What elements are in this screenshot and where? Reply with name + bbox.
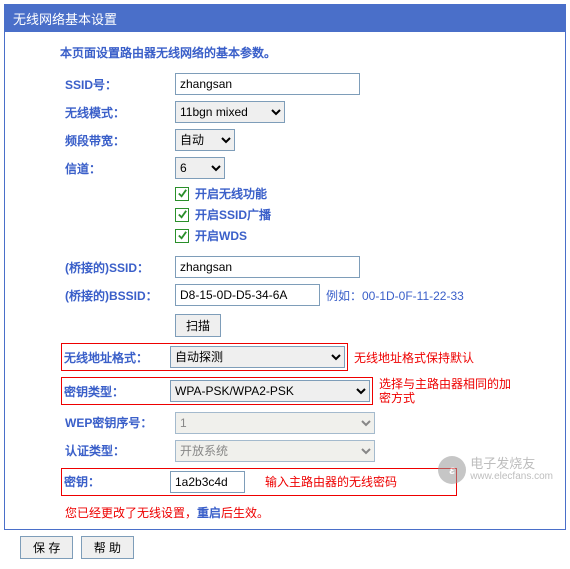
checkbox-enable-label: 开启无线功能 bbox=[195, 185, 267, 202]
watermark-url: www.elecfans.com bbox=[470, 471, 553, 482]
watermark-cn: 电子发烧友 bbox=[470, 457, 553, 471]
intro-text: 本页面设置路由器无线网络的基本参数。 bbox=[60, 44, 545, 61]
watermark: ε 电子发烧友 www.elecfans.com bbox=[438, 456, 553, 484]
save-button[interactable]: 保 存 bbox=[20, 536, 73, 559]
bssid-example: 例如：00-1D-0F-11-22-33 bbox=[326, 287, 464, 304]
row-mode: 无线模式： 11bgn mixed bbox=[65, 101, 545, 123]
row-ssid: SSID号： bbox=[65, 73, 545, 95]
auth-type-select: 开放系统 bbox=[175, 440, 375, 462]
bridge-bssid-label: (桥接的)BSSID： bbox=[65, 287, 175, 304]
ssid-label: SSID号： bbox=[65, 76, 175, 93]
checkbox-ssid-label: 开启SSID广播 bbox=[195, 206, 271, 223]
mode-select[interactable]: 11bgn mixed bbox=[175, 101, 285, 123]
key-type-label: 密钥类型： bbox=[64, 383, 170, 400]
scan-row: 扫描 bbox=[65, 312, 545, 343]
bandwidth-label: 频段带宽： bbox=[65, 132, 175, 149]
bridge-bssid-input[interactable] bbox=[175, 284, 320, 306]
checkbox-enable-wireless[interactable]: 开启无线功能 bbox=[175, 185, 545, 202]
checkbox-icon bbox=[175, 208, 189, 222]
changed-note: 您已经更改了无线设置，重启后生效。 bbox=[65, 504, 545, 521]
key-type-select[interactable]: WPA-PSK/WPA2-PSK bbox=[170, 380, 370, 402]
row-bandwidth: 频段带宽： 自动 bbox=[65, 129, 545, 151]
wep-index-select: 1 bbox=[175, 412, 375, 434]
panel-title: 无线网络基本设置 bbox=[5, 5, 565, 32]
key-label: 密钥： bbox=[64, 473, 170, 490]
ssid-input[interactable] bbox=[175, 73, 360, 95]
addr-format-note: 无线地址格式保持默认 bbox=[354, 349, 474, 366]
mode-label: 无线模式： bbox=[65, 104, 175, 121]
key-type-note: 选择与主路由器相同的加密方式 bbox=[379, 377, 519, 406]
row-channel: 信道： 6 bbox=[65, 157, 545, 179]
bottom-buttons: 保 存 帮 助 bbox=[20, 536, 566, 559]
bridge-ssid-input[interactable] bbox=[175, 256, 360, 278]
addr-format-label: 无线地址格式： bbox=[64, 349, 170, 366]
row-wep-index: WEP密钥序号： 1 bbox=[65, 412, 545, 434]
settings-panel: 无线网络基本设置 本页面设置路由器无线网络的基本参数。 SSID号： 无线模式：… bbox=[4, 4, 566, 530]
checkbox-icon bbox=[175, 187, 189, 201]
checkbox-wds-label: 开启WDS bbox=[195, 227, 247, 244]
restart-link[interactable]: 重启 bbox=[197, 506, 221, 520]
row-bridge-ssid: (桥接的)SSID： bbox=[65, 256, 545, 278]
checkbox-icon bbox=[175, 229, 189, 243]
channel-select[interactable]: 6 bbox=[175, 157, 225, 179]
auth-type-label: 认证类型： bbox=[65, 442, 175, 459]
channel-label: 信道： bbox=[65, 160, 175, 177]
wep-index-label: WEP密钥序号： bbox=[65, 414, 175, 431]
bandwidth-select[interactable]: 自动 bbox=[175, 129, 235, 151]
checkbox-wds[interactable]: 开启WDS bbox=[175, 227, 545, 244]
watermark-icon: ε bbox=[438, 456, 466, 484]
panel-content: 本页面设置路由器无线网络的基本参数。 SSID号： 无线模式： 11bgn mi… bbox=[5, 32, 565, 529]
row-key-type: 密钥类型： WPA-PSK/WPA2-PSK 选择与主路由器相同的加密方式 bbox=[61, 377, 545, 406]
key-note: 输入主路由器的无线密码 bbox=[265, 473, 397, 490]
addr-format-select[interactable]: 自动探测 bbox=[170, 346, 345, 368]
scan-button[interactable]: 扫描 bbox=[175, 314, 221, 337]
row-bridge-bssid: (桥接的)BSSID： 例如：00-1D-0F-11-22-33 bbox=[65, 284, 545, 306]
row-addr-format: 无线地址格式： 自动探测 无线地址格式保持默认 bbox=[61, 343, 545, 371]
key-input[interactable] bbox=[170, 471, 245, 493]
checkbox-ssid-broadcast[interactable]: 开启SSID广播 bbox=[175, 206, 545, 223]
help-button[interactable]: 帮 助 bbox=[81, 536, 134, 559]
bridge-ssid-label: (桥接的)SSID： bbox=[65, 259, 175, 276]
